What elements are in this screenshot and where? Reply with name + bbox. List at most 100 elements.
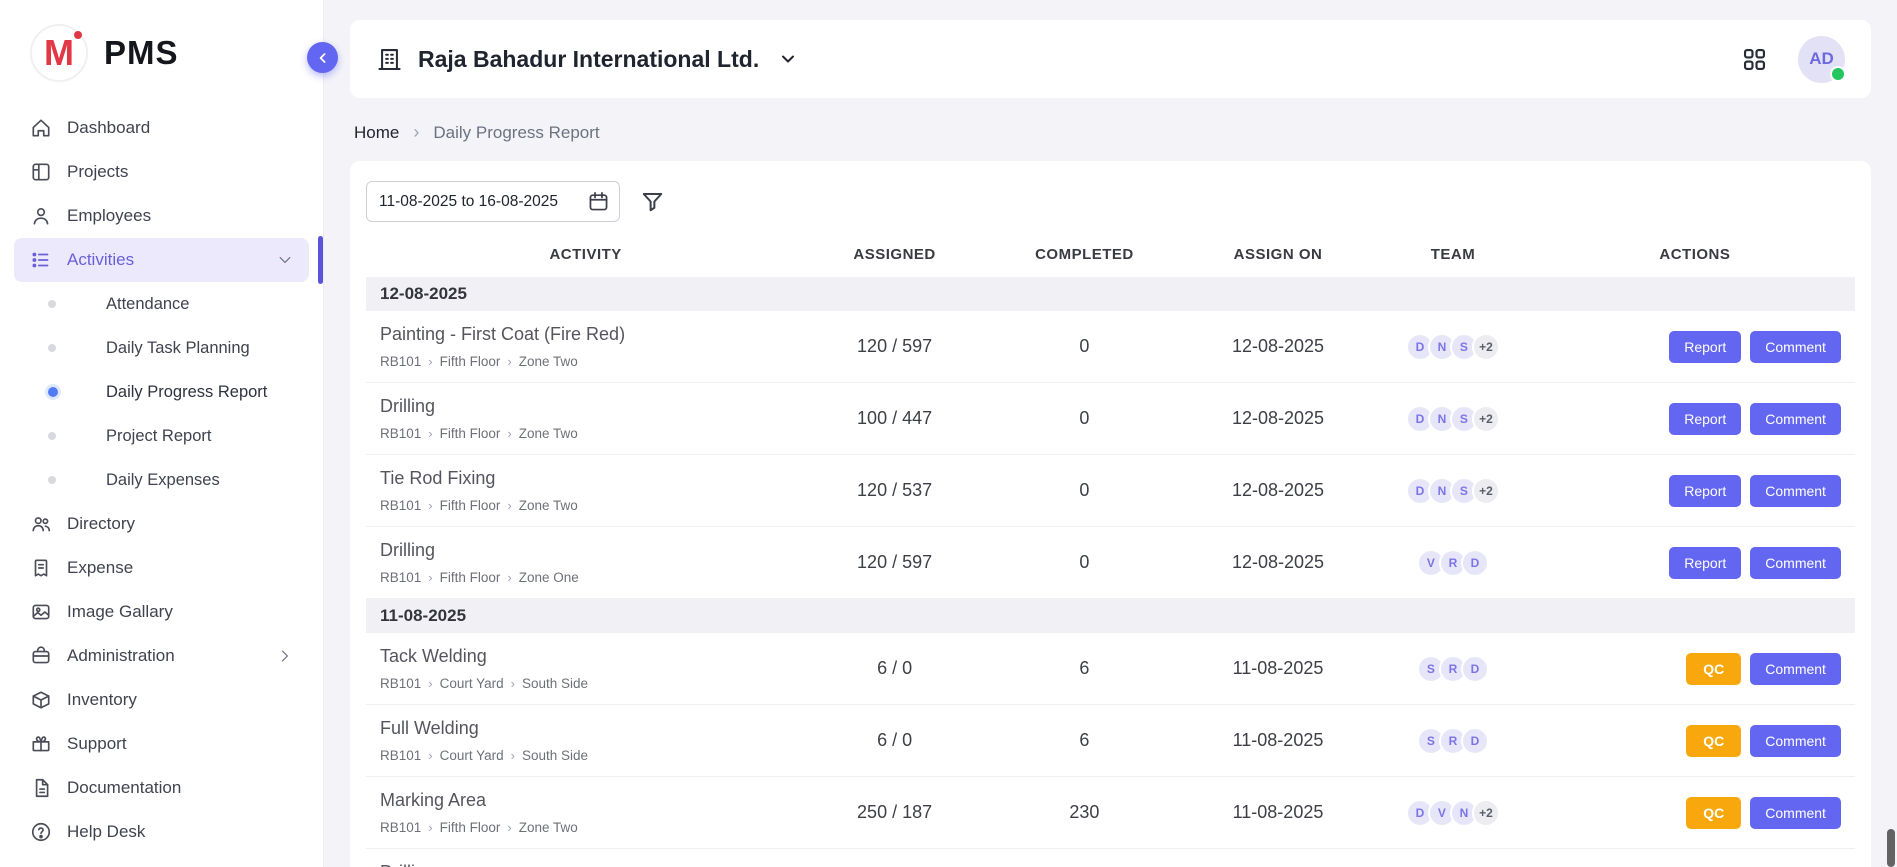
activity-path: RB101›Fifth Floor›Zone Two (380, 820, 805, 835)
chevron-right-icon: › (507, 498, 511, 513)
main-content: Raja Bahadur International Ltd. AD Home … (324, 0, 1897, 867)
path-segment: RB101 (380, 498, 421, 513)
comment-button[interactable]: Comment (1750, 797, 1841, 829)
activity-cell: Drilling RB101›Fifth Floor›Zone Two (366, 862, 805, 867)
activity-row: Painting - First Coat (Fire Red) RB101›F… (366, 311, 1855, 383)
assign-on-date: 11-08-2025 (1185, 802, 1371, 823)
team-overflow-badge: +2 (1472, 799, 1500, 827)
chevron-right-icon: › (511, 676, 515, 691)
scrollbar-thumb[interactable] (1887, 829, 1895, 867)
assign-on-date: 12-08-2025 (1185, 480, 1371, 501)
activity-cell: Marking Area RB101›Fifth Floor›Zone Two (366, 790, 805, 835)
chevron-right-icon: › (428, 820, 432, 835)
sidebar-subitem-project-report[interactable]: Project Report (14, 414, 309, 458)
comment-button[interactable]: Comment (1750, 403, 1841, 435)
sidebar-item-projects[interactable]: Projects (14, 150, 309, 194)
team-avatar: D (1461, 655, 1489, 683)
team-overflow-badge: +2 (1472, 333, 1500, 361)
comment-button[interactable]: Comment (1750, 725, 1841, 757)
activity-name: Drilling (380, 540, 805, 561)
sidebar-item-expense[interactable]: Expense (14, 546, 309, 590)
activity-row: Drilling RB101›Fifth Floor›Zone Two 100 … (366, 383, 1855, 455)
sidebar-item-help-desk[interactable]: Help Desk (14, 810, 309, 854)
sidebar-subitem-daily-expenses[interactable]: Daily Expenses (14, 458, 309, 502)
sidebar-item-administration[interactable]: Administration (14, 634, 309, 678)
date-range-input[interactable] (366, 181, 620, 222)
app-root: M PMS DashboardProjectsEmployeesActiviti… (0, 0, 1897, 867)
filter-row (366, 181, 1855, 222)
company-name: Raja Bahadur International Ltd. (418, 46, 759, 73)
sidebar-subitem-daily-task-planning[interactable]: Daily Task Planning (14, 326, 309, 370)
activity-cell: Drilling RB101›Fifth Floor›Zone One (366, 540, 805, 585)
chevron-down-icon (277, 252, 293, 268)
administration-icon (30, 645, 52, 667)
sidebar-item-employees[interactable]: Employees (14, 194, 309, 238)
qc-button[interactable]: QC (1686, 653, 1741, 685)
sidebar-item-dashboard[interactable]: Dashboard (14, 106, 309, 150)
chevron-right-icon: › (428, 498, 432, 513)
avatar-initials: AD (1809, 49, 1834, 69)
path-segment: RB101 (380, 426, 421, 441)
chevron-right-icon: › (413, 122, 419, 143)
chevron-right-icon: › (428, 676, 432, 691)
path-segment: RB101 (380, 676, 421, 691)
sidebar-item-activities[interactable]: Activities (14, 238, 309, 282)
filter-icon[interactable] (640, 189, 665, 214)
apps-grid-icon[interactable] (1741, 46, 1768, 73)
breadcrumb-home[interactable]: Home (354, 123, 399, 143)
chevron-right-icon: › (428, 748, 432, 763)
building-icon (376, 46, 403, 73)
comment-button[interactable]: Comment (1750, 653, 1841, 685)
table-header-row: ACTIVITYASSIGNEDCOMPLETEDASSIGN ONTEAMAC… (366, 246, 1855, 277)
qc-button[interactable]: QC (1686, 725, 1741, 757)
sidebar-item-inventory[interactable]: Inventory (14, 678, 309, 722)
assigned-value: 6 / 0 (805, 730, 984, 751)
actions-cell: Report Comment (1535, 547, 1855, 579)
activity-path: RB101›Fifth Floor›Zone Two (380, 354, 805, 369)
activity-row: Tack Welding RB101›Court Yard›South Side… (366, 633, 1855, 705)
path-segment: Fifth Floor (440, 354, 501, 369)
sidebar-subitem-daily-progress-report[interactable]: Daily Progress Report (14, 370, 309, 414)
sidebar-nav: DashboardProjectsEmployeesActivitiesAtte… (14, 106, 309, 854)
comment-button[interactable]: Comment (1750, 475, 1841, 507)
expense-icon (30, 557, 52, 579)
qc-button[interactable]: QC (1686, 797, 1741, 829)
chevron-right-icon: › (428, 426, 432, 441)
sidebar-item-support[interactable]: Support (14, 722, 309, 766)
team-cell: VRD (1371, 549, 1535, 577)
path-segment: Fifth Floor (440, 570, 501, 585)
report-button[interactable]: Report (1669, 331, 1741, 363)
comment-button[interactable]: Comment (1750, 547, 1841, 579)
directory-icon (30, 513, 52, 535)
topbar: Raja Bahadur International Ltd. AD (350, 20, 1871, 98)
comment-button[interactable]: Comment (1750, 331, 1841, 363)
activity-cell: Tie Rod Fixing RB101›Fifth Floor›Zone Tw… (366, 468, 805, 513)
sidebar-item-documentation[interactable]: Documentation (14, 766, 309, 810)
path-segment: RB101 (380, 820, 421, 835)
report-button[interactable]: Report (1669, 547, 1741, 579)
assigned-value: 120 / 597 (805, 552, 984, 573)
sidebar-item-image-gallary[interactable]: Image Gallary (14, 590, 309, 634)
gallery-icon (30, 601, 52, 623)
activity-name: Marking Area (380, 790, 805, 811)
activity-cell: Full Welding RB101›Court Yard›South Side (366, 718, 805, 763)
path-segment: Zone Two (519, 426, 578, 441)
team-cell: DNS+2 (1371, 405, 1535, 433)
activity-name: Painting - First Coat (Fire Red) (380, 324, 805, 345)
sidebar-collapse-button[interactable] (307, 42, 338, 73)
column-header-activity: ACTIVITY (366, 246, 805, 263)
company-switcher[interactable]: Raja Bahadur International Ltd. (376, 46, 798, 73)
sidebar-item-directory[interactable]: Directory (14, 502, 309, 546)
completed-value: 0 (984, 336, 1185, 357)
sidebar-subitem-attendance[interactable]: Attendance (14, 282, 309, 326)
path-segment: RB101 (380, 748, 421, 763)
report-button[interactable]: Report (1669, 403, 1741, 435)
dashboard-icon (30, 117, 52, 139)
user-avatar[interactable]: AD (1798, 36, 1845, 83)
actions-cell: QC Comment (1535, 797, 1855, 829)
report-button[interactable]: Report (1669, 475, 1741, 507)
activity-cell: Drilling RB101›Fifth Floor›Zone Two (366, 396, 805, 441)
activity-cell: Painting - First Coat (Fire Red) RB101›F… (366, 324, 805, 369)
activity-path: RB101›Court Yard›South Side (380, 748, 805, 763)
chevron-right-icon: › (511, 748, 515, 763)
